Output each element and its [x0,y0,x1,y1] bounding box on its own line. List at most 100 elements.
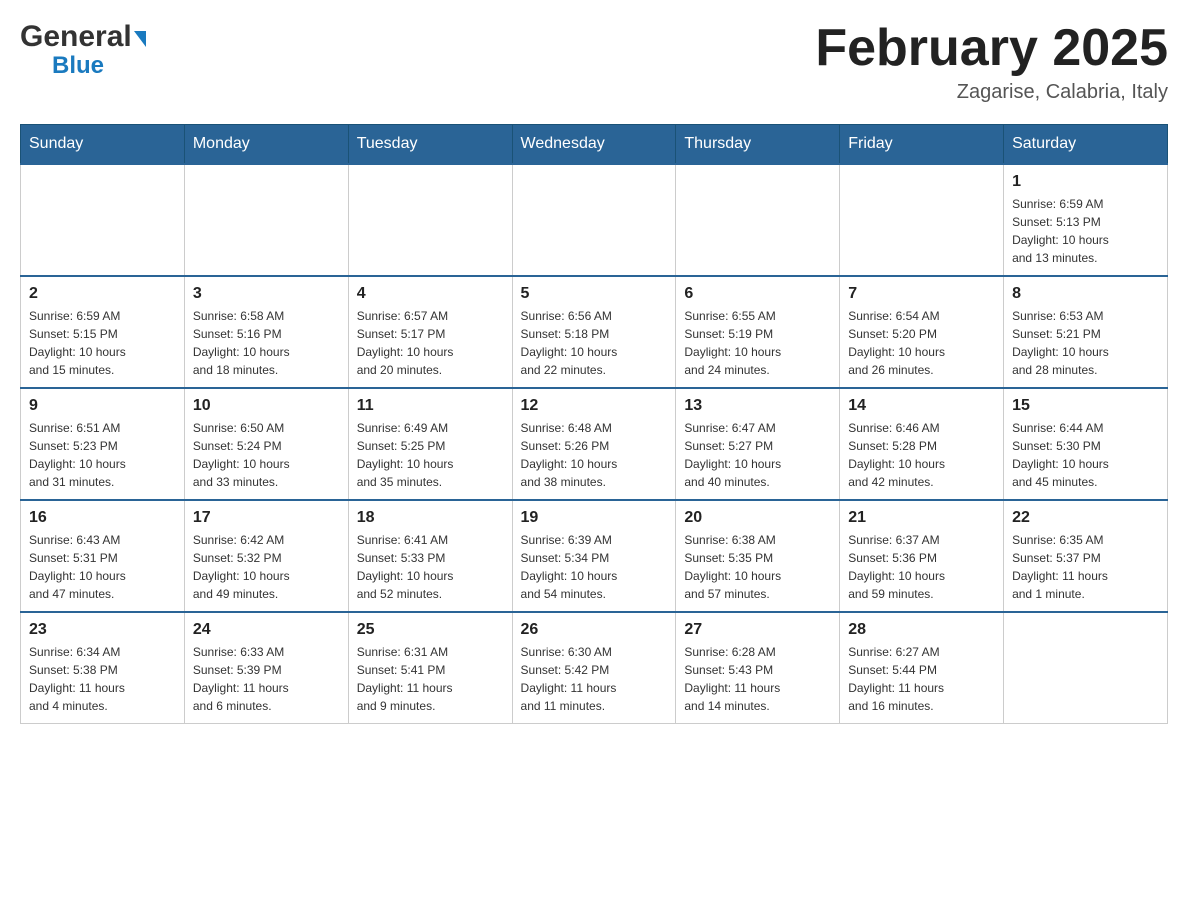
day-number: 12 [521,397,668,415]
logo-text: General [20,20,146,54]
day-number: 4 [357,285,504,303]
col-wednesday: Wednesday [512,125,676,165]
logo-general-text: General [20,20,132,54]
day-info: Sunrise: 6:47 AM Sunset: 5:27 PM Dayligh… [684,419,831,491]
day-info: Sunrise: 6:48 AM Sunset: 5:26 PM Dayligh… [521,419,668,491]
day-info: Sunrise: 6:27 AM Sunset: 5:44 PM Dayligh… [848,643,995,715]
day-info: Sunrise: 6:30 AM Sunset: 5:42 PM Dayligh… [521,643,668,715]
day-info: Sunrise: 6:38 AM Sunset: 5:35 PM Dayligh… [684,531,831,603]
day-number: 14 [848,397,995,415]
day-number: 20 [684,509,831,527]
day-info: Sunrise: 6:34 AM Sunset: 5:38 PM Dayligh… [29,643,176,715]
table-row: 3Sunrise: 6:58 AM Sunset: 5:16 PM Daylig… [184,276,348,388]
col-tuesday: Tuesday [348,125,512,165]
day-info: Sunrise: 6:49 AM Sunset: 5:25 PM Dayligh… [357,419,504,491]
day-number: 23 [29,621,176,639]
table-row: 7 Sunrise: 6:54 AM Sunset: 5:20 PM Daylig… [840,276,1004,388]
table-row: 20 Sunrise: 6:38 AM Sunset: 5:35 PM Dayli… [676,500,840,612]
day-number: 2 [29,285,176,303]
col-monday: Monday [184,125,348,165]
table-row: 13 Sunrise: 6:47 AM Sunset: 5:27 PM Dayli… [676,388,840,500]
table-row: 23 Sunrise: 6:34 AM Sunset: 5:38 PM Dayli… [21,612,185,724]
table-row [348,164,512,276]
table-row: 9 Sunrise: 6:51 AM Sunset: 5:23 PM Daylig… [21,388,185,500]
table-row: 10Sunrise: 6:50 AM Sunset: 5:24 PM Dayli… [184,388,348,500]
day-info: Sunrise: 6:56 AM Sunset: 5:18 PM Dayligh… [521,307,668,379]
day-info: Sunrise: 6:55 AM Sunset: 5:19 PM Dayligh… [684,307,831,379]
table-row: 21 Sunrise: 6:37 AM Sunset: 5:36 PM Dayli… [840,500,1004,612]
calendar-week-row: 2 Sunrise: 6:59 AM Sunset: 5:15 PM Daylig… [21,276,1168,388]
day-number: 19 [521,509,668,527]
day-number: 28 [848,621,995,639]
day-number: 22 [1012,509,1159,527]
day-number: 15 [1012,397,1159,415]
day-info: Sunrise: 6:39 AM Sunset: 5:34 PM Dayligh… [521,531,668,603]
calendar-header-row: Sunday Monday Tuesday Wednesday Thursday… [21,125,1168,165]
month-title: February 2025 [815,20,1168,77]
calendar-week-row: 23 Sunrise: 6:34 AM Sunset: 5:38 PM Dayli… [21,612,1168,724]
day-info: Sunrise: 6:37 AM Sunset: 5:36 PM Dayligh… [848,531,995,603]
table-row: 28 Sunrise: 6:27 AM Sunset: 5:44 PM Dayli… [840,612,1004,724]
table-row: 1 Sunrise: 6:59 AM Sunset: 5:13 PM Daylig… [1004,164,1168,276]
table-row [676,164,840,276]
table-row: 26 Sunrise: 6:30 AM Sunset: 5:42 PM Dayli… [512,612,676,724]
table-row [21,164,185,276]
day-number: 6 [684,285,831,303]
table-row [512,164,676,276]
day-info: Sunrise: 6:28 AM Sunset: 5:43 PM Dayligh… [684,643,831,715]
table-row: 14 Sunrise: 6:46 AM Sunset: 5:28 PM Dayli… [840,388,1004,500]
table-row: 16Sunrise: 6:43 AM Sunset: 5:31 PM Dayli… [21,500,185,612]
calendar-week-row: 9 Sunrise: 6:51 AM Sunset: 5:23 PM Daylig… [21,388,1168,500]
day-info: Sunrise: 6:43 AM Sunset: 5:31 PM Dayligh… [29,531,176,603]
logo-triangle-icon [134,31,146,47]
day-number: 17 [193,509,340,527]
calendar-week-row: 1 Sunrise: 6:59 AM Sunset: 5:13 PM Daylig… [21,164,1168,276]
table-row: 6 Sunrise: 6:55 AM Sunset: 5:19 PM Daylig… [676,276,840,388]
day-number: 1 [1012,173,1159,191]
table-row: 15Sunrise: 6:44 AM Sunset: 5:30 PM Dayli… [1004,388,1168,500]
col-thursday: Thursday [676,125,840,165]
day-number: 25 [357,621,504,639]
day-info: Sunrise: 6:59 AM Sunset: 5:13 PM Dayligh… [1012,195,1159,267]
day-info: Sunrise: 6:53 AM Sunset: 5:21 PM Dayligh… [1012,307,1159,379]
day-number: 7 [848,285,995,303]
logo-blue-text: Blue [52,52,104,80]
day-number: 3 [193,285,340,303]
day-info: Sunrise: 6:41 AM Sunset: 5:33 PM Dayligh… [357,531,504,603]
calendar-table: Sunday Monday Tuesday Wednesday Thursday… [20,124,1168,724]
col-saturday: Saturday [1004,125,1168,165]
table-row: 27Sunrise: 6:28 AM Sunset: 5:43 PM Dayli… [676,612,840,724]
table-row: 22 Sunrise: 6:35 AM Sunset: 5:37 PM Dayli… [1004,500,1168,612]
day-info: Sunrise: 6:31 AM Sunset: 5:41 PM Dayligh… [357,643,504,715]
day-number: 26 [521,621,668,639]
day-number: 9 [29,397,176,415]
table-row: 18 Sunrise: 6:41 AM Sunset: 5:33 PM Dayli… [348,500,512,612]
page-header: General Blue February 2025 Zagarise, Cal… [20,20,1168,104]
table-row [1004,612,1168,724]
day-number: 8 [1012,285,1159,303]
day-info: Sunrise: 6:35 AM Sunset: 5:37 PM Dayligh… [1012,531,1159,603]
day-number: 11 [357,397,504,415]
table-row: 17 Sunrise: 6:42 AM Sunset: 5:32 PM Dayli… [184,500,348,612]
col-sunday: Sunday [21,125,185,165]
table-row: 25 Sunrise: 6:31 AM Sunset: 5:41 PM Dayli… [348,612,512,724]
day-info: Sunrise: 6:59 AM Sunset: 5:15 PM Dayligh… [29,307,176,379]
day-number: 21 [848,509,995,527]
table-row: 2 Sunrise: 6:59 AM Sunset: 5:15 PM Daylig… [21,276,185,388]
calendar-week-row: 16Sunrise: 6:43 AM Sunset: 5:31 PM Dayli… [21,500,1168,612]
day-info: Sunrise: 6:54 AM Sunset: 5:20 PM Dayligh… [848,307,995,379]
day-info: Sunrise: 6:51 AM Sunset: 5:23 PM Dayligh… [29,419,176,491]
day-number: 13 [684,397,831,415]
day-info: Sunrise: 6:57 AM Sunset: 5:17 PM Dayligh… [357,307,504,379]
title-block: February 2025 Zagarise, Calabria, Italy [815,20,1168,104]
day-info: Sunrise: 6:50 AM Sunset: 5:24 PM Dayligh… [193,419,340,491]
day-info: Sunrise: 6:46 AM Sunset: 5:28 PM Dayligh… [848,419,995,491]
day-number: 18 [357,509,504,527]
day-number: 24 [193,621,340,639]
table-row: 5Sunrise: 6:56 AM Sunset: 5:18 PM Daylig… [512,276,676,388]
table-row [184,164,348,276]
table-row: 19 Sunrise: 6:39 AM Sunset: 5:34 PM Dayli… [512,500,676,612]
logo: General Blue [20,20,146,80]
col-friday: Friday [840,125,1004,165]
day-info: Sunrise: 6:42 AM Sunset: 5:32 PM Dayligh… [193,531,340,603]
